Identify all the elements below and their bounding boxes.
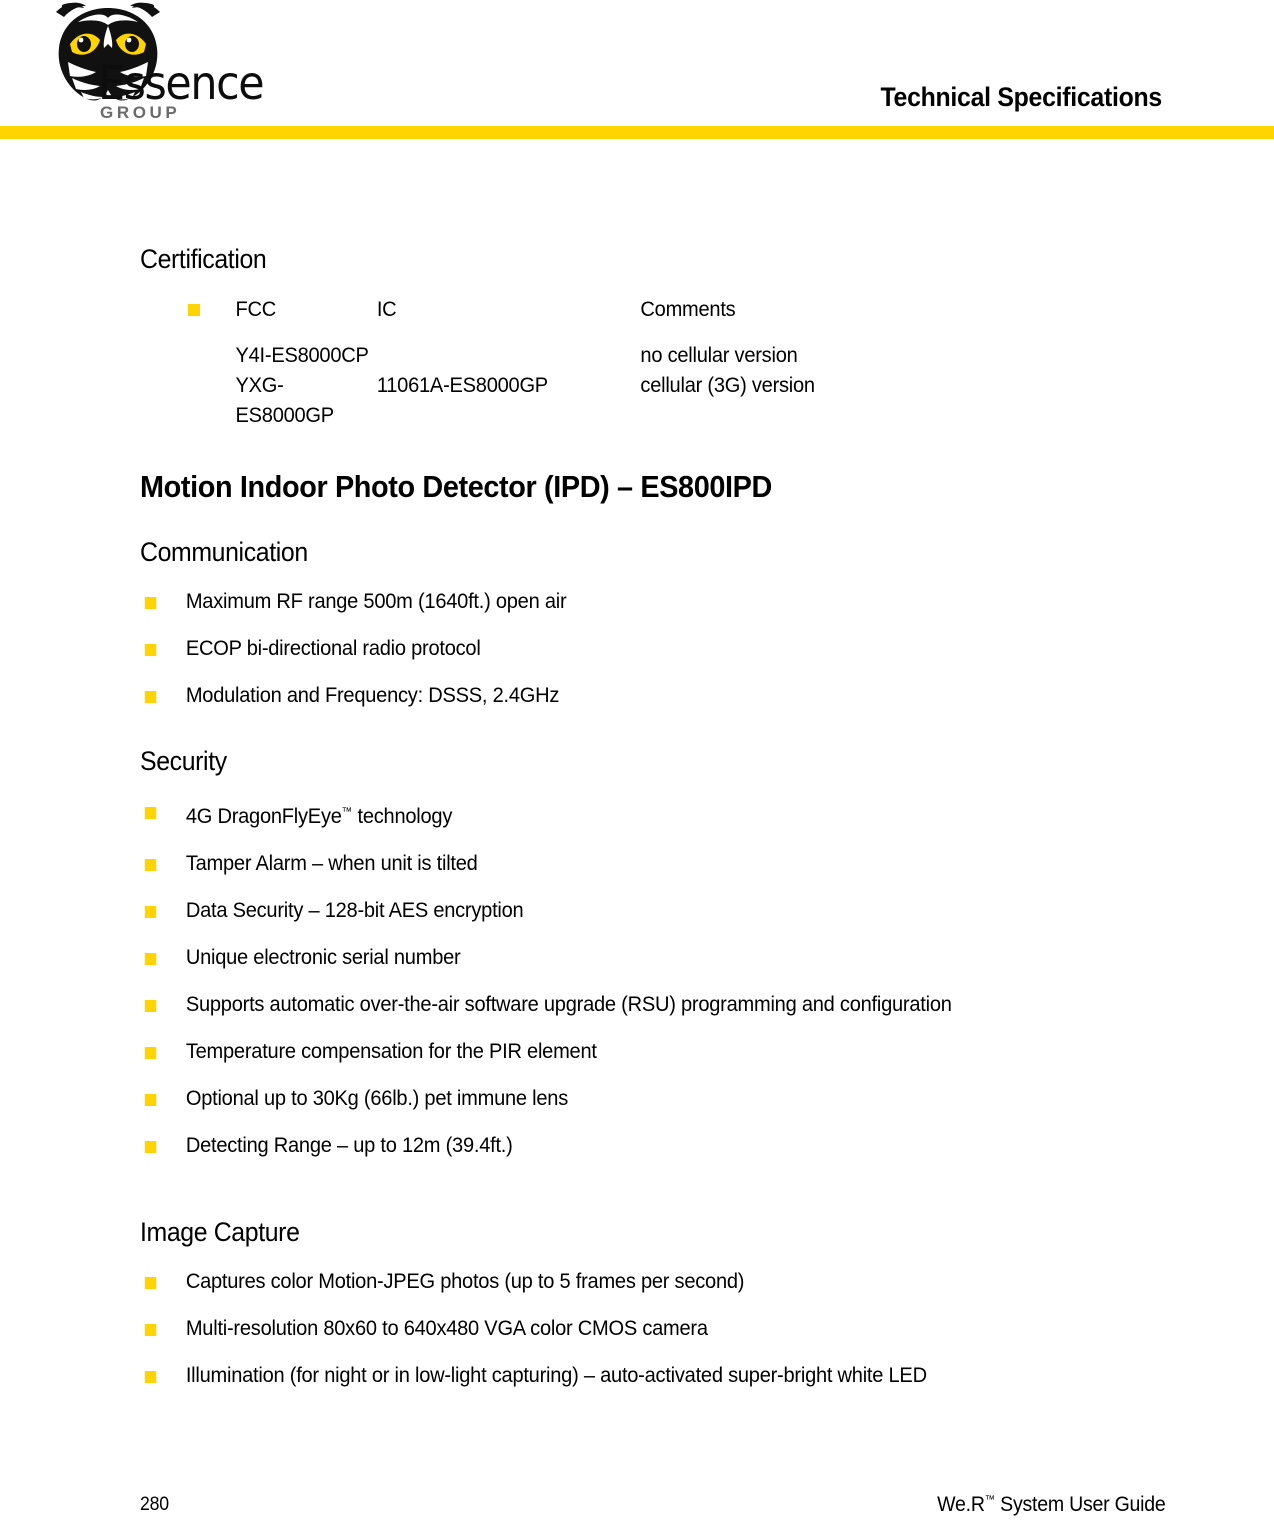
list-item: Supports automatic over-the-air software… <box>140 991 988 1019</box>
section-heading-security: Security <box>140 746 227 776</box>
footer-page-number: 280 <box>140 1494 169 1515</box>
list-item-label: Supports automatic over-the-air software… <box>185 993 952 1016</box>
list-item: ECOP bi-directional radio protocol <box>140 635 1095 663</box>
cell-ic: 11061A-ES8000GP <box>376 374 548 397</box>
bullet-square-icon <box>144 1141 157 1153</box>
list-item: 4G DragonFlyEye™ technology <box>140 798 1095 831</box>
product-heading: Motion Indoor Photo Detector (IPD) – ES8… <box>140 469 772 504</box>
brand-logo: Essence GROUP <box>40 0 290 128</box>
list-item: Illumination (for night or in low-light … <box>140 1362 1152 1390</box>
list-item-label: Multi-resolution 80x60 to 640x480 VGA co… <box>185 1317 708 1340</box>
bullet-square-icon <box>144 1000 157 1012</box>
list-item: Temperature compensation for the PIR ele… <box>140 1038 1095 1066</box>
bullet-square-icon <box>144 644 157 656</box>
cell-fcc: YXG-ES8000GP <box>235 374 335 427</box>
section-heading-image-capture: Image Capture <box>140 1217 300 1247</box>
column-header-fcc: FCC <box>235 298 277 321</box>
cell-comments: cellular (3G) version <box>640 374 815 397</box>
brand-wordmark: Essence <box>98 56 265 110</box>
bullet-square-icon <box>144 1094 157 1106</box>
table-row: YXG-ES8000GP 11061A-ES8000GP cellular (3… <box>140 371 1095 431</box>
list-item-label: Unique electronic serial number <box>185 946 461 969</box>
list-item: Captures color Motion-JPEG photos (up to… <box>140 1268 1152 1296</box>
section-heading-certification: Certification <box>140 244 267 274</box>
bullet-square-icon <box>144 1277 157 1289</box>
communication-list: Maximum RF range 500m (1640ft.) open air… <box>140 588 1140 710</box>
list-item: Modulation and Frequency: DSSS, 2.4GHz <box>140 682 1095 710</box>
cell-fcc: Y4I-ES8000CP <box>235 344 369 367</box>
communication-section: Communication Maximum RF range 500m (164… <box>140 536 1140 710</box>
bullet-square-icon <box>144 807 157 819</box>
column-header-ic: IC <box>376 298 397 321</box>
bullet-square-icon <box>144 859 157 871</box>
cell-ic <box>377 341 641 371</box>
section-heading-communication: Communication <box>140 537 308 567</box>
table-header-row: FCC IC Comments <box>140 295 1095 325</box>
bullet-square-icon <box>144 1371 157 1383</box>
list-item: Optional up to 30Kg (66lb.) pet immune l… <box>140 1085 1095 1113</box>
list-item-label: Data Security – 128-bit AES encryption <box>185 899 524 922</box>
list-item-label: Captures color Motion-JPEG photos (up to… <box>185 1270 745 1293</box>
bullet-square-icon <box>144 906 157 918</box>
list-item-label: Illumination (for night or in low-light … <box>185 1364 927 1387</box>
list-item-label: Optional up to 30Kg (66lb.) pet immune l… <box>185 1087 568 1110</box>
security-section: Security 4G DragonFlyEye™ technology Tam… <box>140 745 1140 1160</box>
bullet-square-icon <box>144 1324 157 1336</box>
page-header: Essence GROUP Technical Specifications <box>0 0 1274 143</box>
header-divider-rule <box>0 126 1274 139</box>
brand-subtitle: GROUP <box>100 103 181 122</box>
list-item-label: Temperature compensation for the PIR ele… <box>185 1040 597 1063</box>
trademark-symbol: ™ <box>341 806 353 818</box>
image-capture-list: Captures color Motion-JPEG photos (up to… <box>140 1268 1200 1390</box>
list-item-label: ECOP bi-directional radio protocol <box>185 637 481 660</box>
column-header-comments: Comments <box>640 298 736 321</box>
list-item: Detecting Range – up to 12m (39.4ft.) <box>140 1132 1095 1160</box>
list-item-label: Modulation and Frequency: DSSS, 2.4GHz <box>185 684 560 707</box>
certification-section: Certification FCC IC Comments Y4I-ES8000… <box>140 243 1140 431</box>
bullet-square-icon <box>144 597 157 609</box>
table-row: Y4I-ES8000CP no cellular version <box>140 341 1095 371</box>
list-item-label: Tamper Alarm – when unit is tilted <box>185 852 478 875</box>
security-list: 4G DragonFlyEye™ technology Tamper Alarm… <box>140 798 1140 1160</box>
list-item: Maximum RF range 500m (1640ft.) open air <box>140 588 1095 616</box>
trademark-symbol: ™ <box>985 1494 996 1506</box>
image-capture-section: Image Capture Captures color Motion-JPEG… <box>140 1216 1200 1390</box>
bullet-square-icon <box>144 691 157 703</box>
list-item-label: Maximum RF range 500m (1640ft.) open air <box>185 590 567 613</box>
list-item-label: Detecting Range – up to 12m (39.4ft.) <box>185 1134 513 1157</box>
list-item: Unique electronic serial number <box>140 944 1095 972</box>
list-item: Multi-resolution 80x60 to 640x480 VGA co… <box>140 1315 1152 1343</box>
cell-comments: no cellular version <box>640 344 798 367</box>
bullet-square-icon <box>144 1047 157 1059</box>
page-title: Technical Specifications <box>880 82 1163 112</box>
page-footer: 280 We.R™ System User Guide <box>0 1472 1274 1532</box>
list-item: Data Security – 128-bit AES encryption <box>140 897 1095 925</box>
product-section-title: Motion Indoor Photo Detector (IPD) – ES8… <box>140 469 1140 505</box>
bullet-square-icon <box>144 953 157 965</box>
footer-guide-title: We.R™ System User Guide <box>937 1493 1167 1516</box>
list-item-label: 4G DragonFlyEye™ technology <box>185 805 453 828</box>
list-item: Tamper Alarm – when unit is tilted <box>140 850 1095 878</box>
certification-table: FCC IC Comments Y4I-ES8000CP no cellular… <box>140 295 1140 431</box>
